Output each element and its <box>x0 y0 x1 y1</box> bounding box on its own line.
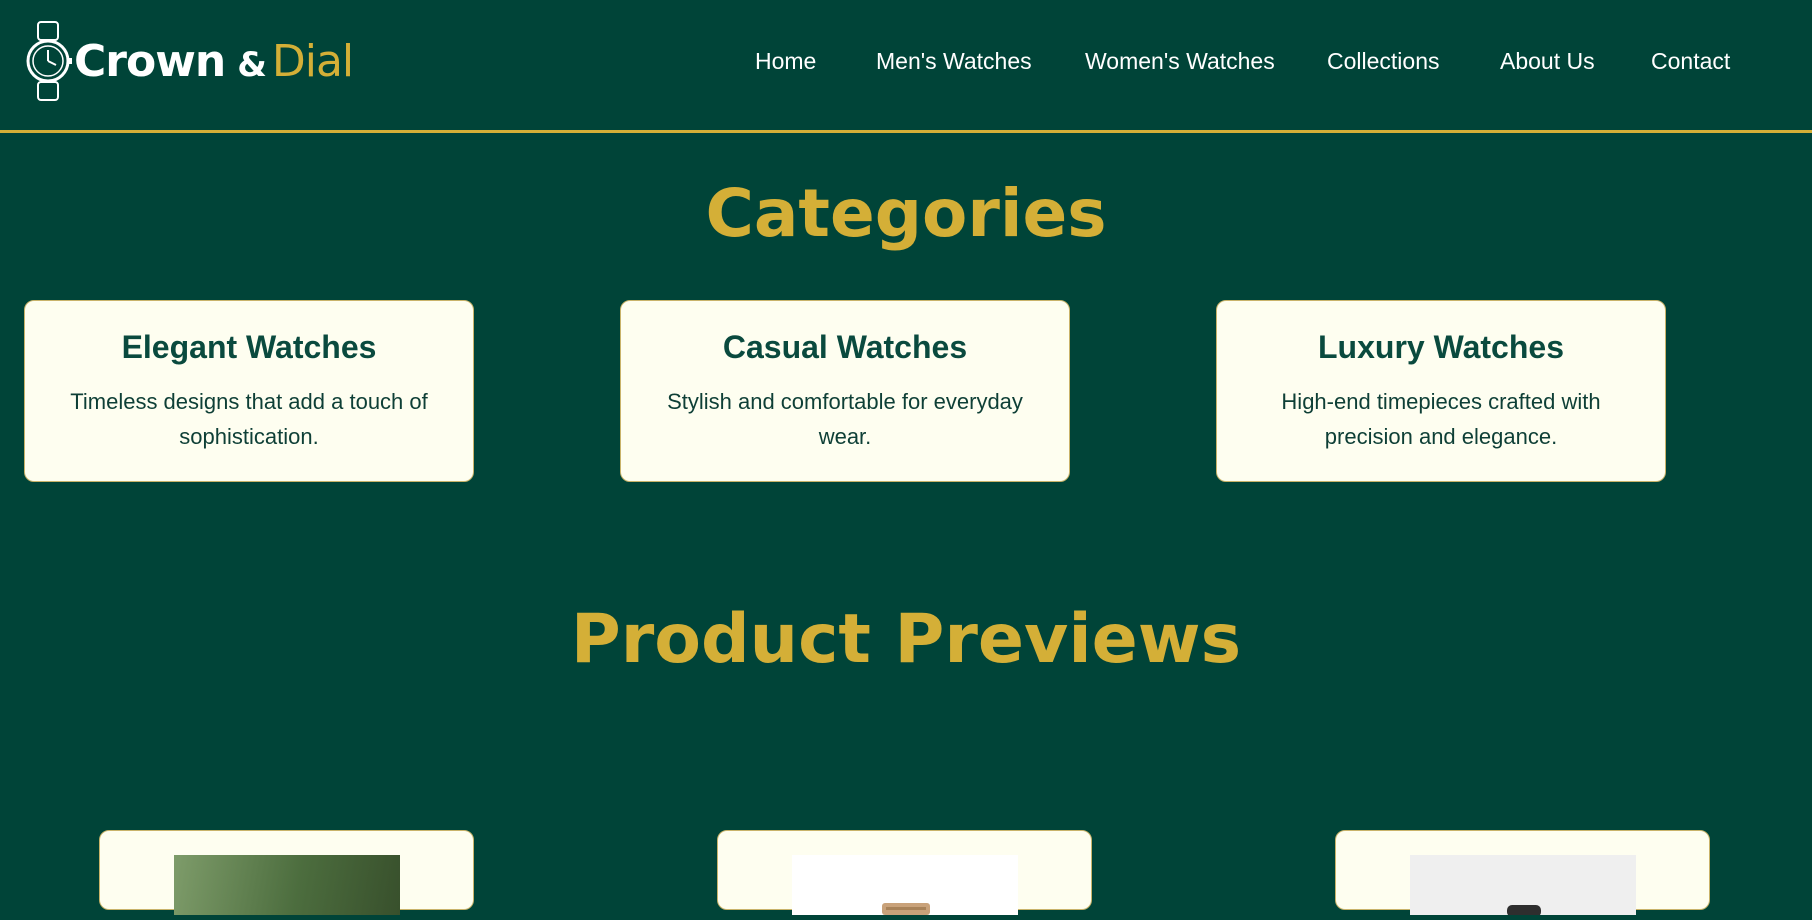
category-card-title: Luxury Watches <box>1318 329 1564 365</box>
categories-heading: Categories <box>705 175 1107 252</box>
nav-home[interactable]: Home <box>755 48 816 75</box>
product-previews-heading: Product Previews <box>570 600 1242 679</box>
black-watch-graphic <box>1507 905 1541 917</box>
category-card-title: Elegant Watches <box>121 329 377 365</box>
nav-collections[interactable]: Collections <box>1327 48 1440 75</box>
black-watch-photo[interactable] <box>1410 855 1636 917</box>
category-card-luxury[interactable]: Luxury Watches High-end timepieces craft… <box>1216 300 1666 482</box>
nav-contact[interactable]: Contact <box>1651 48 1730 75</box>
brand-logo[interactable]: Crown & Dial <box>26 20 354 102</box>
green-watch-photo[interactable] <box>174 855 400 915</box>
nav-womens-watches[interactable]: Women's Watches <box>1085 48 1275 75</box>
product-card[interactable] <box>1335 830 1710 917</box>
nav-about-us[interactable]: About Us <box>1500 48 1595 75</box>
brand-name-crown: Crown <box>74 35 226 87</box>
product-card[interactable] <box>99 830 474 915</box>
product-card[interactable] <box>717 830 1092 915</box>
category-card-description: High-end timepieces crafted with precisi… <box>1281 389 1601 449</box>
category-card-casual[interactable]: Casual Watches Stylish and comfortable f… <box>620 300 1070 482</box>
wristwatch-icon <box>26 21 72 101</box>
category-card-description: Stylish and comfortable for everyday wea… <box>667 389 1023 449</box>
category-card-elegant[interactable]: Elegant Watches Timeless designs that ad… <box>24 300 474 482</box>
category-card-description: Timeless designs that add a touch of sop… <box>70 389 428 449</box>
brand-name-dial: Dial <box>271 35 354 87</box>
category-card-title: Casual Watches <box>722 329 968 365</box>
gold-bracelet-watch-photo[interactable] <box>792 855 1018 915</box>
brand-ampersand: & <box>237 44 267 85</box>
site-header: Crown & Dial Home Men's Watches Women's … <box>0 0 1812 133</box>
gold-bracelet-watch-graphic <box>882 903 930 915</box>
nav-mens-watches[interactable]: Men's Watches <box>876 48 1032 75</box>
brand-wordmark: Crown & Dial <box>74 35 354 87</box>
